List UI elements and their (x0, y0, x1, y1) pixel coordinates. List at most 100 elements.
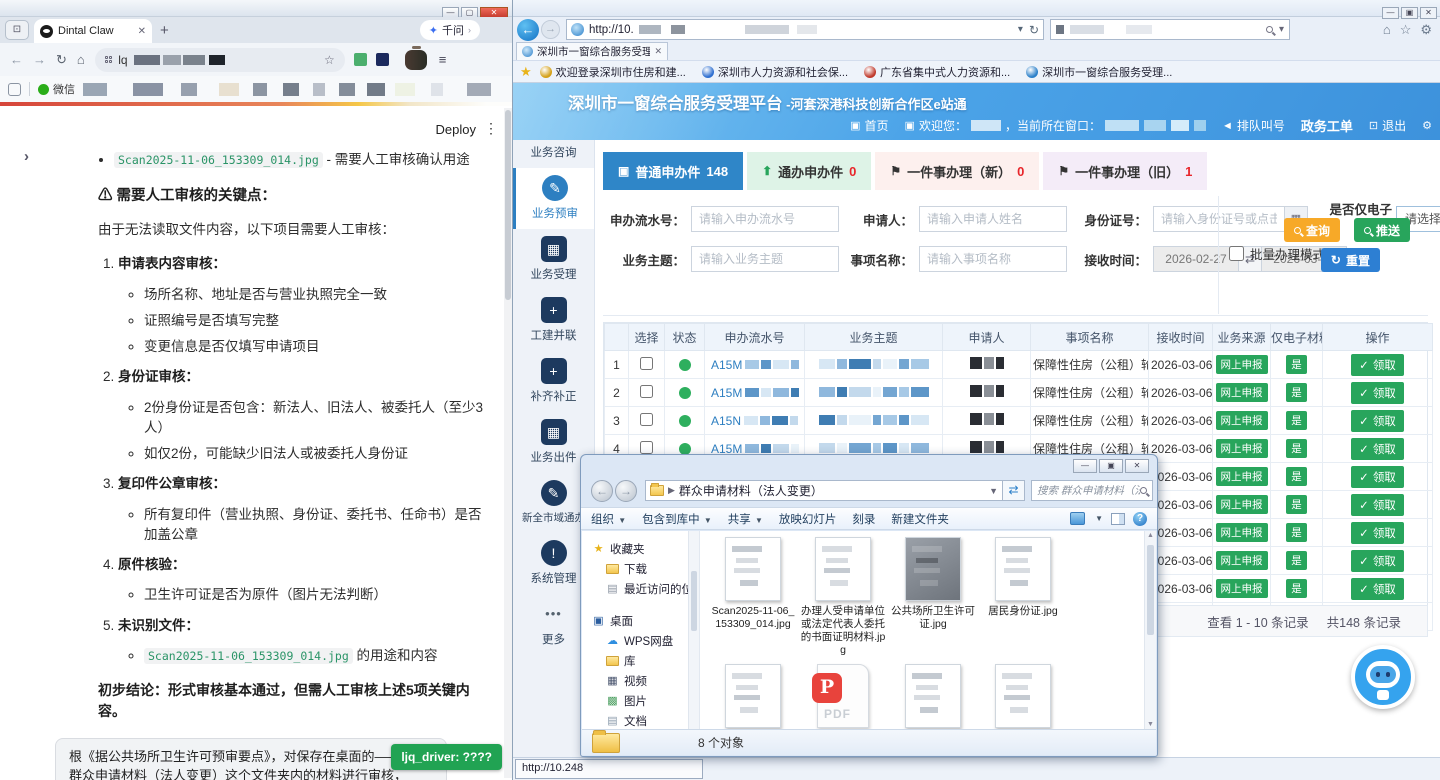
serial-link[interactable]: A15M (707, 386, 802, 400)
claim-button[interactable]: ✓领取 (1351, 382, 1404, 404)
nav-queue[interactable]: ◄排队叫号 (1222, 117, 1285, 134)
extension-icon-navy[interactable] (376, 53, 389, 66)
toolbar-包含到库中[interactable]: 包含到库中 ▼ (642, 511, 712, 527)
browser-menu-icon[interactable]: ≡ (439, 52, 447, 67)
favorite-link[interactable]: 深圳市一窗综合服务受理... (1026, 64, 1172, 80)
preview-pane-icon[interactable] (1111, 513, 1125, 525)
home-icon[interactable]: ⌂ (77, 52, 85, 67)
ie-tab[interactable]: 深圳市一窗综合服务受理平... ✕ (516, 42, 668, 60)
batch-mode[interactable]: 批量办理模式 (1229, 244, 1325, 263)
file-item[interactable]: PPDF (800, 664, 886, 730)
ie-search-box[interactable]: ▾ (1050, 19, 1290, 40)
row-checkbox[interactable] (640, 441, 653, 454)
ie-refresh-icon[interactable]: ↻ (1029, 23, 1039, 37)
favorite-link[interactable]: 欢迎登录深圳市住房和建... (540, 64, 686, 80)
nav-home[interactable]: ▣首页 (850, 117, 888, 134)
serial-link[interactable]: A15N (707, 414, 802, 428)
favorite-link[interactable]: 广东省集中式人力资源和... (864, 64, 1010, 80)
nav-star[interactable]: ★收藏夹 (582, 539, 699, 559)
sidebar-item-supplement[interactable]: +补齐补正 (513, 351, 594, 412)
chat-input[interactable]: 根《据公共场所卫生许可预审要点》，对保存在桌面的——群众申请材料（法人变更）这个… (55, 738, 447, 780)
bookmark-wechat[interactable]: 微信 (53, 81, 75, 97)
tab-通办申办件[interactable]: ⬆通办申办件0 (747, 152, 871, 190)
tab-close-icon[interactable]: ✕ (138, 26, 146, 37)
batch-checkbox[interactable] (1229, 246, 1244, 261)
row-checkbox[interactable] (640, 385, 653, 398)
file-item[interactable] (980, 664, 1066, 730)
nav-video[interactable]: ▦视频 (582, 671, 699, 691)
explorer-refresh-icon[interactable]: ⇄ (1003, 480, 1025, 501)
ie-favorites-icon[interactable]: ☆ (1400, 22, 1412, 38)
explorer-maximize-icon[interactable]: ▣ (1099, 459, 1123, 473)
sidebar-expand-icon[interactable]: › (24, 148, 29, 165)
profile-avatar[interactable] (405, 50, 427, 70)
sidebar-item-parallel[interactable]: +工建并联 (513, 290, 594, 351)
favorite-link[interactable]: 深圳市人力资源和社会保... (702, 64, 848, 80)
explorer-breadcrumb[interactable]: ▶ 群众申请材料（法人变更） ▼ (645, 480, 1003, 501)
applicant-input[interactable] (919, 206, 1067, 232)
nav-recent[interactable]: ▤最近访问的位置 (582, 579, 699, 599)
tab-stack-icon[interactable] (8, 83, 21, 96)
reset-button[interactable]: ↻重置 (1321, 248, 1380, 272)
file-item[interactable]: Scan2025-11-06_153309_014.jpg (710, 537, 796, 658)
nav-scrollbar[interactable] (688, 531, 699, 729)
sidebar-item-consult[interactable]: 业务咨询 (513, 140, 594, 168)
claim-button[interactable]: ✓领取 (1351, 466, 1404, 488)
toolbar-刻录[interactable]: 刻录 (852, 511, 875, 527)
view-thumbnails-icon[interactable] (1070, 512, 1085, 525)
explorer-forward-icon[interactable]: → (615, 480, 637, 502)
toolbar-组织[interactable]: 组织 ▼ (591, 511, 626, 527)
query-button[interactable]: 查询 (1284, 218, 1340, 242)
ie-url-field[interactable]: http://10. ▾↻ (566, 19, 1044, 40)
url-field[interactable]: lq ☆ (95, 48, 345, 72)
search-dropdown-icon[interactable]: ▾ (1279, 24, 1284, 35)
explorer-minimize-icon[interactable]: — (1073, 459, 1097, 473)
file-item[interactable] (890, 664, 976, 730)
explorer-search-box[interactable]: 搜索 群众申请材料（法人变更） (1031, 480, 1153, 501)
ie-settings-icon[interactable]: ⚙ (1420, 22, 1432, 38)
nav-picture[interactable]: ▩图片 (582, 691, 699, 711)
url-dropdown-icon[interactable]: ▾ (1018, 24, 1023, 35)
row-checkbox[interactable] (640, 357, 653, 370)
back-icon[interactable]: ← (10, 52, 23, 67)
breadcrumb-dropdown-icon[interactable]: ▼ (989, 486, 998, 496)
nav-gear[interactable]: ⚙ (1422, 119, 1432, 132)
help-icon[interactable]: ? (1133, 512, 1147, 526)
new-tab-button[interactable]: + (160, 22, 169, 39)
browser-tab[interactable]: Dintal Claw ✕ (34, 19, 152, 43)
ie-forward-icon[interactable]: → (541, 20, 560, 39)
serial-input[interactable] (691, 206, 839, 232)
deploy-button[interactable]: Deploy (436, 122, 476, 137)
view-caret-icon[interactable]: ▼ (1095, 514, 1103, 523)
claim-button[interactable]: ✓领取 (1351, 550, 1404, 572)
claim-button[interactable]: ✓领取 (1351, 410, 1404, 432)
claim-button[interactable]: ✓领取 (1351, 438, 1404, 460)
assistant-mascot[interactable] (1351, 645, 1415, 709)
search-icon[interactable] (1266, 26, 1273, 33)
claim-button[interactable]: ✓领取 (1351, 354, 1404, 376)
ie-home-icon[interactable]: ⌂ (1383, 22, 1391, 38)
file-scrollbar[interactable]: ▲▼ (1144, 531, 1156, 729)
toolbar-新建文件夹[interactable]: 新建文件夹 (891, 511, 949, 527)
toolbar-共享[interactable]: 共享 ▼ (728, 511, 763, 527)
topic-input[interactable] (691, 246, 839, 272)
nav-library[interactable]: 库 (582, 651, 699, 671)
file-item[interactable]: 公共场所卫生许可证.jpg (890, 537, 976, 658)
explorer-close-icon[interactable]: ✕ (1125, 459, 1149, 473)
kebab-menu-icon[interactable]: ⋮ (484, 120, 498, 137)
claim-button[interactable]: ✓领取 (1351, 578, 1404, 600)
tab-普通申办件[interactable]: ▣普通申办件148 (603, 152, 743, 190)
file-item[interactable]: 居民身份证.jpg (980, 537, 1066, 658)
toolbar-放映幻灯片[interactable]: 放映幻灯片 (779, 511, 837, 527)
item-input[interactable] (919, 246, 1067, 272)
row-checkbox[interactable] (640, 413, 653, 426)
bookmark-star-icon[interactable]: ☆ (324, 53, 335, 67)
file-item[interactable]: 办理人受申请单位或法定代表人委托的书面证明材料.jpg (800, 537, 886, 658)
qianwen-button[interactable]: ✦ 千问 › (420, 20, 480, 40)
ie-back-icon[interactable]: ← (517, 19, 539, 41)
nav-work-order[interactable]: 政务工单 (1301, 116, 1353, 135)
left-scrollbar[interactable] (504, 108, 512, 778)
explorer-back-icon[interactable]: ← (591, 480, 613, 502)
tab-search-icon[interactable]: ⊡ (5, 20, 29, 40)
claim-button[interactable]: ✓领取 (1351, 522, 1404, 544)
